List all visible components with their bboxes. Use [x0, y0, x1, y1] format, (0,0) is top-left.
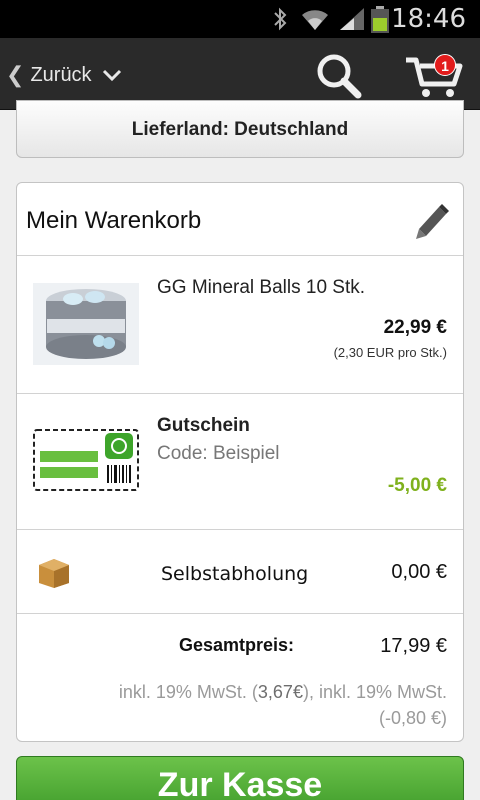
pencil-icon[interactable] — [413, 201, 451, 241]
divider — [17, 393, 463, 394]
status-bar: 18:46 — [0, 0, 480, 38]
product-name: GG Mineral Balls 10 Stk. — [157, 277, 366, 298]
cart-title: Mein Warenkorb — [26, 207, 202, 234]
voucher-amount: -5,00 € — [387, 475, 447, 496]
voucher-code: Code: Beispiel — [157, 443, 280, 464]
battery-icon — [371, 6, 389, 33]
cart-icon — [406, 57, 463, 97]
tax-prefix: inkl. 19% MwSt. ( — [118, 682, 258, 702]
delivery-country-label: Lieferland: Deutschland — [131, 119, 349, 140]
divider — [17, 255, 463, 256]
checkout-button[interactable]: Zur Kasse — [16, 756, 464, 800]
tax-middle: ), inkl. 19% MwSt. — [302, 682, 447, 702]
shipping-price: 0,00 € — [391, 561, 447, 583]
voucher-title: Gutschein — [157, 415, 250, 436]
total-label: Gesamtpreis: — [179, 635, 295, 655]
cart-count-badge: 1 — [434, 54, 456, 76]
back-icon: ❮ — [6, 62, 25, 87]
tax-value: 3,67€ — [257, 682, 303, 702]
tax-line2: (-0,80 €) — [378, 708, 447, 728]
chevron-down-icon[interactable] — [102, 68, 122, 82]
total-value: 17,99 € — [380, 635, 447, 657]
cart-card: Mein Warenkorb GG Mineral Balls 10 Stk. … — [16, 182, 464, 742]
signal-icon — [340, 8, 364, 30]
tax-note: inkl. 19% MwSt. (3,67€), inkl. 19% MwSt.… — [27, 679, 447, 731]
product-price: 22,99 € — [383, 317, 447, 338]
product-image — [33, 283, 139, 365]
wifi-icon — [302, 10, 328, 30]
cart-button[interactable]: 1 — [404, 52, 464, 100]
product-unit-price: (2,30 EUR pro Stk.) — [333, 345, 447, 360]
clock: 18:46 — [391, 4, 466, 34]
divider — [17, 613, 463, 614]
back-label: Zurück — [30, 63, 92, 86]
divider — [17, 529, 463, 530]
voucher-icon — [33, 429, 139, 491]
package-icon — [39, 559, 69, 588]
delivery-country-selector[interactable]: Lieferland: Deutschland — [16, 100, 464, 158]
search-icon[interactable] — [314, 52, 364, 100]
shipping-method: Selbstabholung — [161, 563, 309, 585]
back-button[interactable]: ❮ Zurück — [6, 60, 122, 90]
bluetooth-icon — [274, 7, 287, 31]
